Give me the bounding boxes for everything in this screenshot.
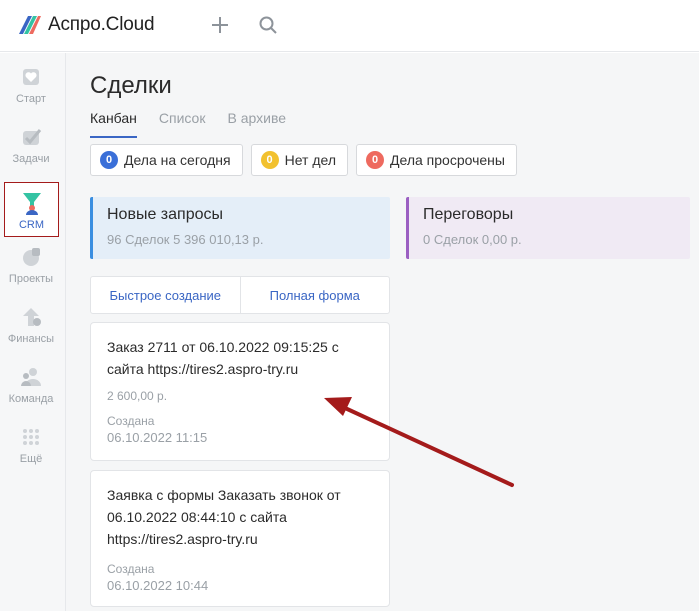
create-deal-actions: Быстрое создание Полная форма xyxy=(90,276,390,314)
filter-label: Дела просрочены xyxy=(390,152,505,168)
deal-title: Заявка с формы Заказать звонок от 06.10.… xyxy=(107,487,341,547)
count-badge: 0 xyxy=(260,151,279,169)
created-date: 06.10.2022 10:44 xyxy=(107,578,209,593)
count-badge: 0 xyxy=(366,151,385,169)
view-tabs: Канбан Список В архиве xyxy=(90,110,308,138)
filter-today-button[interactable]: 0 Дела на сегодня xyxy=(90,144,243,176)
sidebar-item-tasks[interactable]: Задачи xyxy=(0,113,62,169)
deal-card[interactable]: Заказ 2711 от 06.10.2022 09:15:25 с сайт… xyxy=(90,322,390,461)
quick-create-button[interactable]: Быстрое создание xyxy=(91,277,240,313)
sidebar-item-label: Финансы xyxy=(7,333,55,345)
deal-title: Заказ 2711 от 06.10.2022 09:15:25 с сайт… xyxy=(107,339,339,377)
column-summary: 0 Сделок 0,00 р. xyxy=(423,232,522,247)
full-form-button[interactable]: Полная форма xyxy=(239,277,390,313)
filter-label: Нет дел xyxy=(284,152,337,168)
count-badge: 0 xyxy=(100,151,118,169)
tab-list[interactable]: Список xyxy=(159,110,206,138)
app-name: Аспро.Cloud xyxy=(48,14,155,35)
sidebar-item-label: Проекты xyxy=(8,273,54,285)
sidebar: Старт Задачи CRM Проекты Финансы Команда xyxy=(0,53,66,611)
sidebar-item-team[interactable]: Команда xyxy=(0,353,62,409)
projects-icon xyxy=(19,245,43,269)
sidebar-item-projects[interactable]: Проекты xyxy=(0,233,62,289)
activity-filters: 0 Дела на сегодня 0 Нет дел 0 Дела проср… xyxy=(90,144,525,176)
checkmark-icon xyxy=(19,125,43,149)
sidebar-item-label: Ещё xyxy=(19,453,43,465)
plus-icon[interactable] xyxy=(208,13,232,37)
column-summary: 96 Сделок 5 396 010,13 р. xyxy=(107,232,264,247)
filter-overdue-button[interactable]: 0 Дела просрочены xyxy=(356,144,517,176)
column-header-new-requests[interactable]: Новые запросы 96 Сделок 5 396 010,13 р. xyxy=(90,197,390,259)
sidebar-item-label: Команда xyxy=(8,393,54,405)
grid-dots-icon xyxy=(19,425,43,449)
created-label: Создана xyxy=(107,414,155,428)
sidebar-item-finance[interactable]: Финансы xyxy=(0,293,62,349)
tab-archive[interactable]: В архиве xyxy=(227,110,286,138)
sidebar-item-start[interactable]: Старт xyxy=(0,53,62,109)
sidebar-item-label: Задачи xyxy=(12,153,50,165)
deal-card[interactable]: Заявка с формы Заказать звонок от 06.10.… xyxy=(90,470,390,607)
created-date: 06.10.2022 11:15 xyxy=(107,430,208,445)
created-label: Создана xyxy=(107,562,155,576)
sidebar-item-crm[interactable]: CRM xyxy=(4,182,59,237)
app-logo[interactable]: Аспро.Cloud xyxy=(16,14,155,36)
filter-label: Дела на сегодня xyxy=(124,152,231,168)
finance-icon xyxy=(19,305,43,329)
heart-icon xyxy=(19,65,43,89)
filter-no-activities-button[interactable]: 0 Нет дел xyxy=(250,144,349,176)
team-icon xyxy=(19,365,43,389)
page-title: Сделки xyxy=(90,72,172,99)
deal-amount: 2 600,00 р. xyxy=(107,389,168,403)
sidebar-item-label: CRM xyxy=(18,219,45,231)
column-header-negotiations[interactable]: Переговоры 0 Сделок 0,00 р. xyxy=(406,197,690,259)
search-icon[interactable] xyxy=(256,13,280,37)
sidebar-item-more[interactable]: Ещё xyxy=(0,413,62,469)
main-content: Сделки Канбан Список В архиве 0 Дела на … xyxy=(66,53,699,611)
funnel-icon xyxy=(20,191,44,215)
tab-kanban[interactable]: Канбан xyxy=(90,110,137,138)
top-bar: Аспро.Cloud xyxy=(0,0,699,52)
column-title: Переговоры xyxy=(423,206,514,223)
sidebar-item-label: Старт xyxy=(16,93,46,105)
column-title: Новые запросы xyxy=(107,206,223,223)
aspro-logo-icon xyxy=(16,14,42,36)
